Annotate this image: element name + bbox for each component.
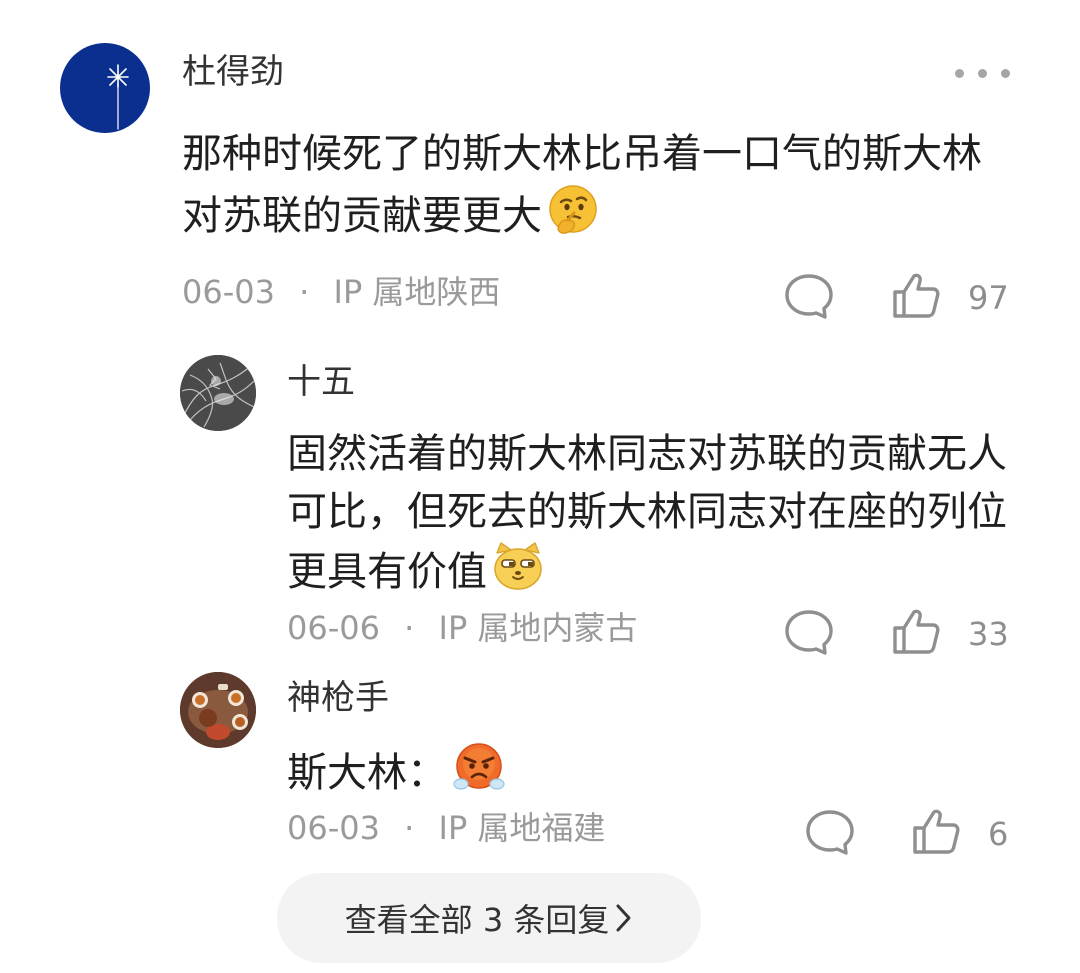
like-button[interactable]: [910, 806, 962, 858]
reply-text: 固然活着的斯大林同志对苏联的贡献无人可比，但死去的斯大林同志对在座的列位更具有价…: [287, 431, 1007, 595]
thinking-face-icon: [546, 183, 600, 253]
reply-avatar[interactable]: [180, 672, 256, 748]
reply-author-name[interactable]: 十五: [287, 362, 355, 402]
meta-separator: ·: [404, 609, 415, 647]
reply-button[interactable]: [804, 808, 856, 856]
like-count: 6: [988, 815, 1009, 853]
reply-button[interactable]: [783, 608, 835, 656]
reply-button[interactable]: [783, 272, 835, 320]
reply-author-name[interactable]: 神枪手: [287, 678, 389, 718]
reply-date: 06-03: [287, 809, 380, 847]
avatar-teaset-image: [180, 672, 256, 748]
author-name[interactable]: 杜得劲: [182, 52, 284, 92]
thumbs-up-icon: [913, 809, 960, 854]
thumbs-up-icon: [893, 609, 940, 654]
comment-date: 06-03: [182, 273, 275, 311]
meta-separator: ·: [299, 273, 310, 311]
more-options-button[interactable]: [955, 62, 1027, 84]
reply-location: IP 属地福建: [438, 809, 606, 847]
chevron-right-icon: [616, 904, 631, 932]
reply-location: IP 属地内蒙古: [438, 609, 638, 647]
comment-location: IP 属地陕西: [333, 273, 501, 311]
reply-avatar[interactable]: [180, 355, 256, 431]
comment-bubble-icon: [806, 810, 854, 855]
smug-cat-face-icon: [491, 541, 545, 607]
reply-date: 06-06: [287, 609, 380, 647]
comment-content: 那种时候死了的斯大林比吊着一口气的斯大林对苏联的贡献要更大: [182, 125, 1002, 253]
avatar-engraving-image: [180, 355, 256, 431]
avatar-flower-graphic: [107, 64, 129, 130]
reply-meta: 06-03 · IP 属地福建: [287, 808, 605, 848]
thumbs-up-icon: [893, 273, 940, 318]
more-dots-icon: [955, 68, 1010, 78]
comment-bubble-icon: [785, 274, 833, 319]
view-all-replies-button[interactable]: 查看全部 3 条回复: [277, 873, 701, 963]
reply-content: 固然活着的斯大林同志对苏联的贡献无人可比，但死去的斯大林同志对在座的列位更具有价…: [287, 425, 1007, 607]
reply-text: 斯大林：: [287, 750, 447, 796]
reply-meta: 06-06 · IP 属地内蒙古: [287, 608, 637, 648]
meta-separator: ·: [404, 809, 415, 847]
like-count: 33: [968, 615, 1009, 653]
comment-meta: 06-03 · IP 属地陕西: [182, 272, 500, 312]
angry-steam-face-icon: [451, 740, 507, 810]
like-button[interactable]: [890, 606, 942, 658]
like-count: 97: [968, 279, 1009, 317]
view-all-replies-label: 查看全部 3 条回复: [344, 901, 610, 939]
like-button[interactable]: [890, 270, 942, 322]
author-avatar[interactable]: [60, 43, 150, 133]
reply-content: 斯大林：: [287, 740, 1007, 810]
comment-bubble-icon: [785, 610, 833, 655]
